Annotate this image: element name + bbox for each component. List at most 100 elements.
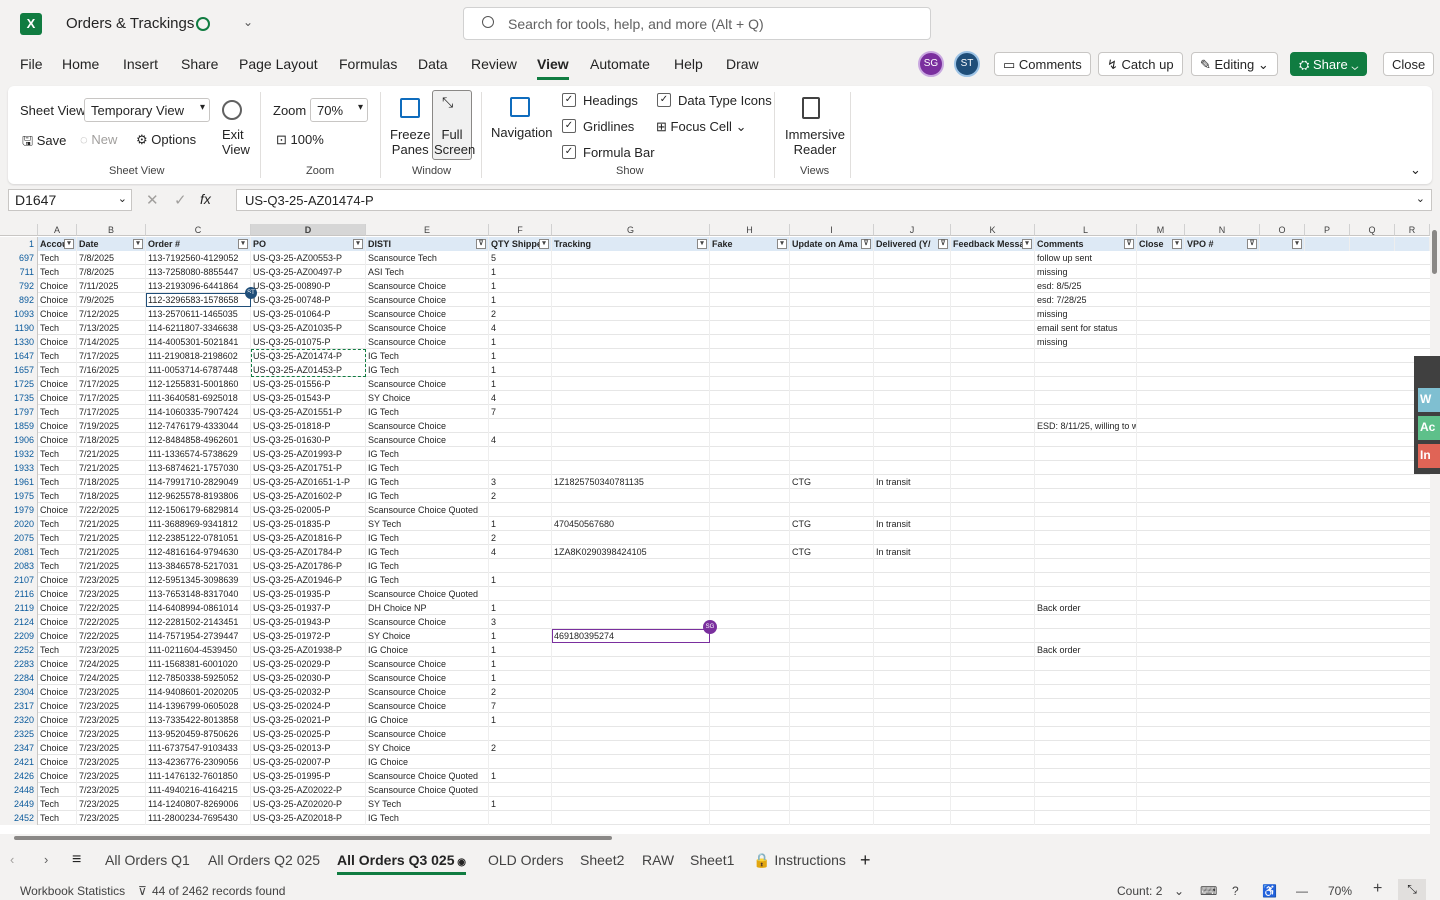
column-title[interactable]: PO ▾ xyxy=(251,237,366,251)
row-number[interactable]: 1979 xyxy=(0,503,38,517)
cell-c[interactable]: 112-5951345-3098639 xyxy=(146,573,251,587)
menu-insert[interactable]: Insert xyxy=(123,56,158,72)
cell-i[interactable] xyxy=(790,419,874,433)
options-button[interactable]: ⚙ Options xyxy=(136,132,196,148)
chevron-down-icon[interactable]: ⌄ xyxy=(243,15,253,29)
headings-checkbox[interactable]: ✓ xyxy=(562,93,576,107)
next-sheet-icon[interactable]: › xyxy=(44,852,48,867)
filter-dropdown-icon[interactable]: ⊽ xyxy=(861,239,871,249)
horizontal-scrollbar[interactable] xyxy=(0,834,1430,842)
cell-a[interactable]: Choice xyxy=(38,769,77,783)
cell-c[interactable]: 113-7653148-8317040 xyxy=(146,587,251,601)
cell-l[interactable]: missing xyxy=(1035,335,1137,349)
chevron-down-icon[interactable]: ⌄ xyxy=(1174,884,1184,898)
menu-file[interactable]: File xyxy=(20,56,43,72)
cell-f[interactable]: 7 xyxy=(489,405,552,419)
cell-l[interactable] xyxy=(1035,629,1137,643)
column-title[interactable]: DISTI ⊽ xyxy=(366,237,489,251)
cell-c[interactable]: 112-2281502-2143451 xyxy=(146,615,251,629)
cell-a[interactable]: Choice xyxy=(38,685,77,699)
cell-c[interactable]: 111-4940216-4164215 xyxy=(146,783,251,797)
cell-h[interactable] xyxy=(710,405,790,419)
cell-a[interactable]: Tech xyxy=(38,461,77,475)
cell-g[interactable] xyxy=(552,671,710,685)
cell-b[interactable]: 7/23/2025 xyxy=(77,741,146,755)
gridlines-checkbox[interactable]: ✓ xyxy=(562,119,576,133)
cell-i[interactable]: CTG xyxy=(790,517,874,531)
cell-a[interactable]: Tech xyxy=(38,489,77,503)
cell-d[interactable]: US-Q3-25-02005-P xyxy=(251,503,366,517)
cell-l[interactable] xyxy=(1035,783,1137,797)
menu-view[interactable]: View xyxy=(537,56,569,80)
cell-i[interactable] xyxy=(790,671,874,685)
cell-i[interactable] xyxy=(790,559,874,573)
cell-f[interactable]: 1 xyxy=(489,797,552,811)
column-title[interactable]: QTY Shippe ▾ xyxy=(489,237,552,251)
cell-a[interactable]: Choice xyxy=(38,727,77,741)
cell-b[interactable]: 7/21/2025 xyxy=(77,517,146,531)
cell-c[interactable]: 112-9625578-8193806 xyxy=(146,489,251,503)
menu-draw[interactable]: Draw xyxy=(726,56,759,72)
cell-b[interactable]: 7/18/2025 xyxy=(77,489,146,503)
select-all-corner[interactable] xyxy=(0,224,38,236)
cell-e[interactable]: IG Tech xyxy=(366,461,489,475)
cell-i[interactable] xyxy=(790,363,874,377)
avatar[interactable]: ST xyxy=(954,51,980,77)
cell-i[interactable] xyxy=(790,573,874,587)
cell-k[interactable] xyxy=(951,741,1035,755)
cell-b[interactable]: 7/23/2025 xyxy=(77,573,146,587)
cell-e[interactable]: Scansource Tech xyxy=(366,251,489,265)
cell-d[interactable]: US-Q3-25-02021-P xyxy=(251,713,366,727)
cell-k[interactable] xyxy=(951,615,1035,629)
cell-c[interactable]: 113-6874621-1757030 xyxy=(146,461,251,475)
column-header-l[interactable]: L xyxy=(1035,224,1137,236)
row-number[interactable]: 2081 xyxy=(0,545,38,559)
cell-f[interactable]: 4 xyxy=(489,545,552,559)
accessibility-icon[interactable]: ♿ xyxy=(1262,884,1277,898)
filter-dropdown-icon[interactable]: ▾ xyxy=(1292,239,1302,249)
filter-dropdown-icon[interactable]: ▾ xyxy=(539,239,549,249)
cell-e[interactable]: SY Choice xyxy=(366,629,489,643)
search-placeholder[interactable]: Search for tools, help, and more (Alt + … xyxy=(508,16,764,32)
cell-a[interactable]: Choice xyxy=(38,573,77,587)
cell-f[interactable]: 5 xyxy=(489,251,552,265)
cell-d[interactable]: US-Q3-25-01937-P xyxy=(251,601,366,615)
cell-i[interactable] xyxy=(790,391,874,405)
cell-c[interactable]: 114-6408994-0861014 xyxy=(146,601,251,615)
cell-k[interactable] xyxy=(951,461,1035,475)
cell-h[interactable] xyxy=(710,671,790,685)
row-number[interactable]: 1330 xyxy=(0,335,38,349)
name-box[interactable]: D1647 ⌄ xyxy=(8,189,132,211)
cell-b[interactable]: 7/23/2025 xyxy=(77,587,146,601)
cell-j[interactable] xyxy=(874,363,951,377)
cell-l[interactable] xyxy=(1035,657,1137,671)
cell-j[interactable] xyxy=(874,489,951,503)
cell-f[interactable]: 1 xyxy=(489,769,552,783)
cell-f[interactable] xyxy=(489,419,552,433)
column-header-i[interactable]: I xyxy=(790,224,874,236)
cell-c[interactable]: 113-7192560-4129052 xyxy=(146,251,251,265)
cell-k[interactable] xyxy=(951,475,1035,489)
cell-b[interactable]: 7/18/2025 xyxy=(77,475,146,489)
cell-l[interactable] xyxy=(1035,573,1137,587)
cell-l[interactable] xyxy=(1035,391,1137,405)
cell-e[interactable]: IG Tech xyxy=(366,349,489,363)
cell-e[interactable]: IG Tech xyxy=(366,363,489,377)
sheet-tab-all-orders-q1[interactable]: All Orders Q1 xyxy=(105,852,190,868)
column-header-r[interactable]: R xyxy=(1395,224,1430,236)
cell-i[interactable] xyxy=(790,587,874,601)
cancel-icon[interactable]: ✕ xyxy=(146,191,159,209)
cell-l[interactable] xyxy=(1035,461,1137,475)
cell-a[interactable]: Tech xyxy=(38,265,77,279)
cell-j[interactable] xyxy=(874,727,951,741)
row-number[interactable]: 892 xyxy=(0,293,38,307)
cell-j[interactable] xyxy=(874,461,951,475)
enter-icon[interactable]: ✓ xyxy=(174,191,187,209)
all-sheets-menu-icon[interactable]: ≡ xyxy=(72,851,81,869)
row-number[interactable]: 2426 xyxy=(0,769,38,783)
cell-i[interactable] xyxy=(790,433,874,447)
cell-a[interactable]: Choice xyxy=(38,587,77,601)
row-number[interactable]: 2116 xyxy=(0,587,38,601)
cell-j[interactable] xyxy=(874,419,951,433)
cell-g[interactable] xyxy=(552,335,710,349)
